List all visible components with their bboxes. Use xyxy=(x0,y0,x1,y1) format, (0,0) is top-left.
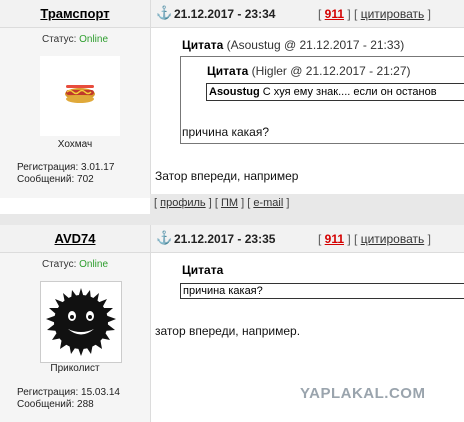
anchor-icon[interactable]: ⚓ xyxy=(156,6,172,19)
post-1-rating[interactable]: 911 xyxy=(325,7,344,21)
status-label: Статус: xyxy=(41,34,77,45)
post-1-date: 21.12.2017 - 23:34 xyxy=(174,7,276,21)
status-label: Статус: xyxy=(41,259,77,270)
post-2-quote-button[interactable]: цитировать xyxy=(361,232,425,246)
post-2-registration: Регистрация: 15.03.14 Сообщений: 288 xyxy=(17,387,120,410)
post-1-message: Затор впереди, например xyxy=(155,169,299,183)
anchor-icon[interactable]: ⚓ xyxy=(156,231,172,244)
column-divider xyxy=(150,0,151,218)
post-1-avatar xyxy=(40,56,120,136)
profile-link[interactable]: профиль xyxy=(160,197,206,209)
post-1-registration: Регистрация: 3.01.17 Сообщений: 702 xyxy=(17,162,115,185)
post-2-date: 21.12.2017 - 23:35 xyxy=(174,232,276,246)
post-2-username[interactable]: AVD74 xyxy=(0,231,150,246)
post-1-quote-outer-box: Цитата (Higler @ 21.12.2017 - 21:27) Aso… xyxy=(180,56,464,144)
post-1-actions: [ 911 ] [ цитировать ] xyxy=(318,7,431,21)
post-2-status: Статус: Online xyxy=(0,259,150,270)
post-1-links-bar: [ профиль ] [ ПМ ] [ e-mail ] xyxy=(150,194,464,214)
post-1-quote-outer-text: причина какая? xyxy=(182,125,270,139)
status-online: Online xyxy=(79,259,109,270)
post-2-rating[interactable]: 911 xyxy=(325,232,344,246)
hotdog-avatar-image xyxy=(65,85,95,103)
status-online: Online xyxy=(79,34,109,45)
post-1-quote-inner-header: Цитата (Higler @ 21.12.2017 - 21:27) xyxy=(207,64,411,78)
post-2-actions: [ 911 ] [ цитировать ] xyxy=(318,232,431,246)
post-2-quote-box: причина какая? xyxy=(180,283,464,299)
post-1-rank: Хохмач xyxy=(57,139,93,150)
post-1: Трамспорт ⚓ 21.12.2017 - 23:34 [ 911 ] [… xyxy=(0,0,464,218)
fuzzball-avatar-image xyxy=(41,282,121,362)
post-1-quote-button[interactable]: цитировать xyxy=(361,7,425,21)
email-link[interactable]: e-mail xyxy=(253,197,283,209)
post-2-message: затор впереди, например. xyxy=(155,324,301,338)
post-1-status: Статус: Online xyxy=(0,34,150,45)
post-1-username[interactable]: Трамспорт xyxy=(0,6,150,21)
post-1-quote-outer-header: Цитата (Asoustug @ 21.12.2017 - 21:33) xyxy=(182,38,405,52)
column-divider xyxy=(150,225,151,422)
pm-link[interactable]: ПМ xyxy=(221,197,238,209)
site-watermark: YAPLAKAL.COM xyxy=(300,385,426,402)
post-2-quote-header: Цитата xyxy=(182,263,224,277)
post-2-avatar xyxy=(40,281,122,363)
post-separator xyxy=(0,214,464,225)
post-1-quote-inner-box: Asoustug С хуя ему знак.... если он оста… xyxy=(206,83,464,101)
post-2-rank: Приколист xyxy=(50,363,100,374)
